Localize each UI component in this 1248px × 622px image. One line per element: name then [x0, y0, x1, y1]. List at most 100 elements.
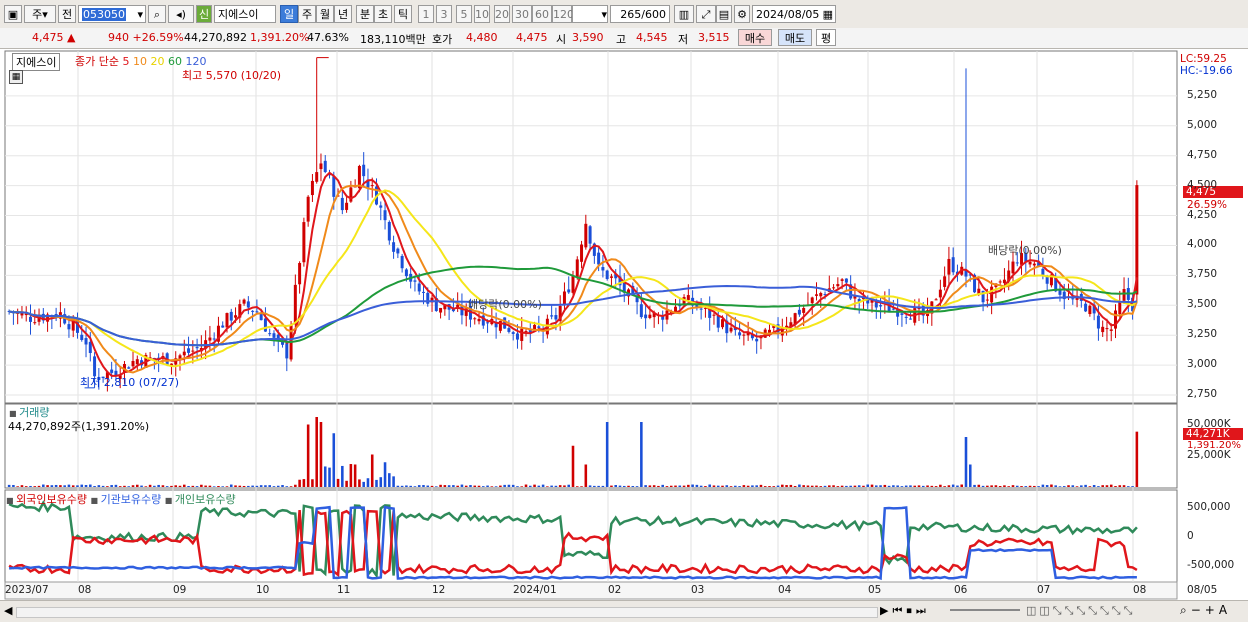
candle-body [1002, 279, 1006, 284]
volume-bar [106, 486, 109, 487]
candle-body [819, 293, 823, 297]
candle-body [370, 185, 374, 187]
candle-body [310, 180, 314, 196]
volume-bar [443, 485, 447, 487]
volume-bar [900, 486, 904, 487]
volume-bar [1045, 485, 1049, 487]
playback-controls[interactable]: ▶⏮⏹⏭ [880, 604, 930, 618]
volume-bar [652, 485, 656, 487]
volume-bar [631, 486, 635, 487]
volume-bar [691, 484, 694, 487]
calculator-icon[interactable]: ▦ [9, 70, 23, 84]
candle-body [263, 318, 267, 332]
volume-bar [413, 486, 417, 487]
volume-bar [499, 485, 502, 487]
candle-body [609, 276, 613, 278]
candle-body [285, 343, 289, 359]
volume-bar [610, 485, 613, 487]
volume-bar [1024, 486, 1028, 487]
volume-bar [281, 485, 284, 487]
volume-bar [362, 481, 365, 487]
volume-bar [285, 486, 289, 487]
candle-body [951, 257, 955, 273]
volume-bar [947, 485, 951, 487]
volume-bar [464, 485, 468, 487]
volume-bar [1007, 486, 1010, 487]
volume-bar [89, 484, 92, 487]
volume-bar [97, 485, 101, 487]
candle-body [1028, 261, 1032, 265]
zoom-controls[interactable]: ⌕−+A [1180, 603, 1231, 618]
volume-bar [772, 486, 776, 487]
volume-bar [1020, 486, 1023, 487]
stock-tag[interactable]: 지에스이 [12, 53, 61, 71]
volume-bar [1101, 485, 1104, 487]
volume-bar [721, 485, 724, 487]
volume-bar [695, 484, 699, 487]
candle-body [797, 309, 801, 315]
volume-bar [264, 485, 267, 487]
volume-bar [640, 422, 643, 487]
volume-bar [887, 485, 891, 487]
volume-bar [422, 485, 425, 487]
volume-bar [734, 485, 737, 487]
volume-bar [460, 484, 464, 487]
price-tick-10: 2,750 [1187, 388, 1218, 401]
volume-bar [1097, 486, 1100, 487]
candle-body [840, 279, 844, 281]
horizontal-scrollbar[interactable] [16, 607, 878, 618]
volume-bar [221, 486, 225, 487]
volume-bar [541, 484, 545, 487]
volume-bar [388, 473, 391, 487]
volume-bar [439, 484, 442, 487]
candle-body [268, 333, 272, 335]
volume-bar [140, 485, 143, 487]
volume-bar [417, 485, 421, 487]
volume-bar [136, 484, 139, 487]
candle-body [755, 338, 759, 342]
candle-body [1032, 263, 1036, 266]
price-tick-6: 3,750 [1187, 268, 1218, 281]
volume-bar [409, 485, 412, 487]
scroll-left-icon[interactable]: ◀ [4, 604, 12, 617]
legend-institution: 기관보유수량 [100, 493, 162, 506]
volume-bar [311, 479, 314, 487]
volume-bar [810, 485, 814, 487]
candle-body [879, 305, 883, 307]
drawing-tools[interactable]: ◫◫⤡⤡⤡⤡⤡⤡⤡ [1026, 604, 1135, 618]
high-annotation: 최고 5,570 (10/20) [182, 69, 282, 82]
volume-bar [964, 437, 968, 487]
volume-bar [725, 485, 729, 487]
volume-bar [998, 486, 1002, 487]
candle-body [417, 283, 421, 292]
candle-body [588, 226, 592, 244]
zoom-slider[interactable] [950, 609, 1020, 611]
candle-body [362, 164, 366, 177]
volume-bar [546, 486, 549, 487]
volume-bar [857, 485, 861, 487]
candle-body [225, 313, 229, 328]
volume-bar [507, 484, 511, 487]
volume-bar [554, 485, 558, 487]
volume-bar [490, 486, 494, 487]
stock-chart[interactable] [0, 0, 1248, 621]
volume-bar [50, 485, 54, 487]
volume-bar [345, 480, 348, 487]
volume-bar [943, 486, 946, 487]
volume-bar [618, 485, 622, 487]
x-tick-6: 2024/01 [513, 584, 557, 596]
volume-bar [1114, 486, 1117, 487]
volume-bar [144, 486, 148, 487]
volume-bar [605, 422, 609, 487]
volume-bar [934, 486, 938, 487]
volume-bar [383, 462, 387, 487]
chart-bg [0, 50, 1248, 600]
volume-bar [148, 484, 152, 487]
volume-bar [968, 464, 972, 487]
volume-bar [29, 485, 32, 487]
holders-legend: ■ 외국인보유수량 ■ 기관보유수량 ■ 개인보유수량 [6, 493, 236, 506]
volume-bar [537, 485, 541, 487]
volume-bar [601, 485, 605, 487]
volume-bar [862, 485, 865, 487]
candle-body [511, 332, 515, 334]
